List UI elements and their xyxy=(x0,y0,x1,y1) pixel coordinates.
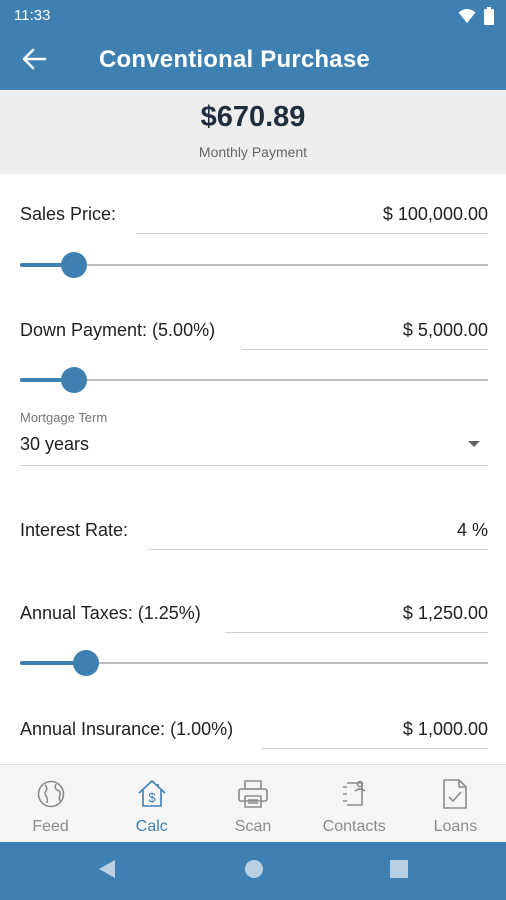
system-home-button[interactable] xyxy=(241,858,267,884)
sales-price-value: $ 100,000.00 xyxy=(382,204,488,224)
down-payment-field[interactable]: $ 5,000.00 xyxy=(242,316,488,350)
annual-taxes-slider[interactable] xyxy=(20,648,488,678)
down-payment-label: Down Payment: (5.00%) xyxy=(20,320,216,340)
dropdown-arrow-icon xyxy=(468,441,480,447)
page-title: Conventional Purchase xyxy=(99,46,370,73)
down-payment-slider[interactable] xyxy=(20,365,488,395)
mortgage-term-select[interactable]: 30 years xyxy=(20,428,488,466)
nav-label-calc: Calc xyxy=(135,818,168,835)
circle-home-icon xyxy=(243,858,265,885)
slider-thumb[interactable] xyxy=(60,252,87,278)
nav-item-scan[interactable]: Scan xyxy=(202,765,303,842)
sales-price-label: Sales Price: xyxy=(20,204,117,224)
down-payment-value: $ 5,000.00 xyxy=(402,320,488,340)
back-button[interactable] xyxy=(18,46,50,76)
system-nav-bar xyxy=(0,842,506,900)
annual-insurance-value: $ 1,000.00 xyxy=(402,719,488,739)
bottom-nav: Feed $ Calc Scan Contacts Loans xyxy=(0,764,506,842)
nav-item-calc[interactable]: $ Calc xyxy=(101,765,202,842)
nav-label-feed: Feed xyxy=(32,818,69,835)
annual-taxes-field[interactable]: $ 1,250.00 xyxy=(225,599,488,633)
monthly-payment-label: Monthly Payment xyxy=(198,144,308,160)
slider-track xyxy=(20,379,488,381)
globe-icon xyxy=(34,777,68,811)
svg-text:$: $ xyxy=(148,790,156,805)
payment-summary: $670.89 Monthly Payment xyxy=(0,90,506,174)
system-back-button[interactable] xyxy=(94,858,120,884)
interest-rate-value: 4 % xyxy=(456,520,488,540)
status-bar: 11:33 xyxy=(0,0,506,32)
status-time: 11:33 xyxy=(14,7,51,24)
printer-icon xyxy=(236,777,270,811)
arrow-left-icon xyxy=(21,48,47,75)
battery-icon xyxy=(484,7,494,30)
mortgage-term-caption: Mortgage Term xyxy=(20,410,108,425)
interest-rate-field[interactable]: 4 % xyxy=(148,516,488,550)
mortgage-term-value: 30 years xyxy=(20,434,90,454)
nav-item-contacts[interactable]: Contacts xyxy=(304,765,405,842)
house-dollar-icon: $ xyxy=(135,777,169,811)
sales-price-slider[interactable] xyxy=(20,250,488,280)
triangle-back-icon xyxy=(98,859,116,884)
sales-price-field[interactable]: $ 100,000.00 xyxy=(136,200,488,234)
status-icons xyxy=(458,7,494,30)
annual-insurance-label: Annual Insurance: (1.00%) xyxy=(20,719,234,739)
nav-label-contacts: Contacts xyxy=(322,818,386,835)
nav-label-scan: Scan xyxy=(234,818,272,835)
nav-item-feed[interactable]: Feed xyxy=(0,765,101,842)
square-recents-icon xyxy=(390,859,408,883)
wifi-icon xyxy=(458,8,476,29)
monthly-payment-amount: $670.89 xyxy=(200,101,306,133)
nav-label-loans: Loans xyxy=(433,818,478,835)
slider-thumb[interactable] xyxy=(60,367,87,393)
system-recents-button[interactable] xyxy=(386,858,412,884)
slider-track xyxy=(20,264,488,266)
annual-taxes-value: $ 1,250.00 xyxy=(402,603,488,623)
annual-taxes-label: Annual Taxes: (1.25%) xyxy=(20,603,201,623)
app-bar: Conventional Purchase xyxy=(0,32,506,90)
nav-item-loans[interactable]: Loans xyxy=(405,765,506,842)
slider-thumb[interactable] xyxy=(72,650,99,676)
contacts-icon xyxy=(337,777,371,811)
document-check-icon xyxy=(438,777,472,811)
interest-rate-label: Interest Rate: xyxy=(20,520,129,540)
annual-insurance-field[interactable]: $ 1,000.00 xyxy=(261,715,488,749)
